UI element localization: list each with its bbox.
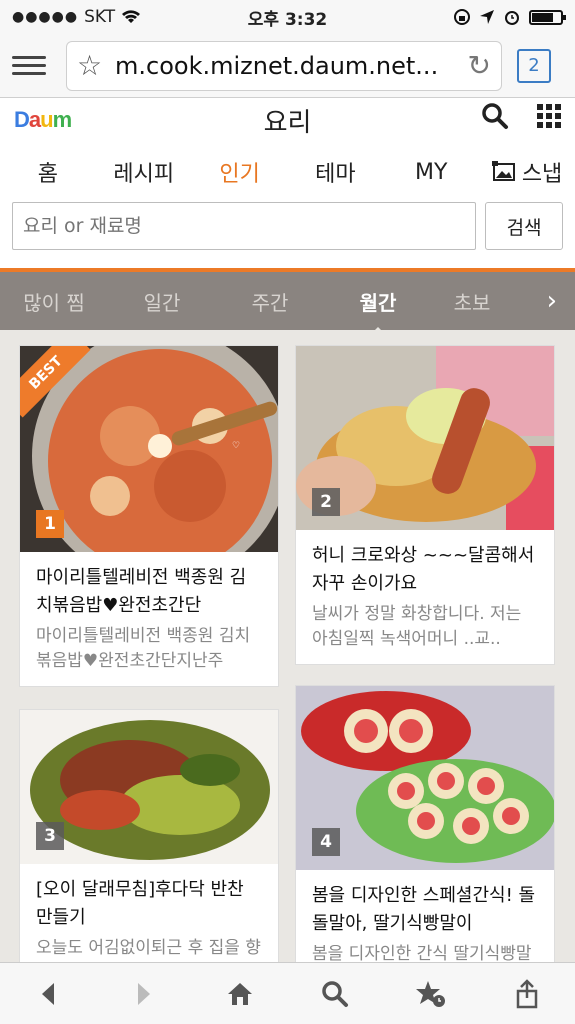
home-button[interactable] <box>216 970 264 1018</box>
recipe-card-2[interactable]: 2 허니 크로와상 ~~~달콤해서 자꾸 손이가요 날씨가 정말 화창합니다. … <box>295 345 555 665</box>
recipe-image[interactable]: 4 <box>296 686 554 870</box>
favorites-button[interactable] <box>407 970 455 1018</box>
recipe-card-1[interactable]: ♡ BEST 1 마이리틀텔레비전 백종원 김치볶음밥♥완전초간단 마이리틀텔레… <box>19 345 279 687</box>
alarm-icon <box>505 11 519 25</box>
carrier-label: SKT <box>84 7 116 27</box>
share-icon <box>516 978 538 1008</box>
photo-icon <box>491 161 515 181</box>
recipe-title[interactable]: 허니 크로와상 ~~~달콤해서 자꾸 손이가요 <box>312 542 538 598</box>
main-nav: 홈 레시피 인기 테마 MY 스냅 <box>0 142 575 202</box>
search-button[interactable]: 검색 <box>485 202 563 250</box>
home-icon <box>227 982 252 1005</box>
location-icon <box>480 10 494 24</box>
rank-badge: 2 <box>312 488 340 516</box>
rank-badge: 3 <box>36 822 64 850</box>
nav-item-popular[interactable]: 인기 <box>192 156 288 188</box>
rank-badge: 1 <box>36 510 64 538</box>
star-history-icon <box>416 980 446 1007</box>
clock: 오후 3:32 <box>247 9 328 30</box>
browser-toolbar <box>0 962 575 1024</box>
rotation-lock-icon <box>454 9 470 25</box>
tab-monthly[interactable]: 월간 <box>324 287 432 335</box>
recipe-card-3[interactable]: 3 [오이 달래무침]후다닥 반찬 만들기 오늘도 어김없이퇴근 후 집을 향하… <box>19 709 279 999</box>
recipe-description: 날씨가 정말 화창합니다. 저는 아침일찍 녹색어머니 ..교.. <box>312 604 522 649</box>
forward-button[interactable] <box>120 970 168 1018</box>
nav-item-my[interactable]: MY <box>383 160 479 185</box>
nav-item-theme[interactable]: 테마 <box>287 156 383 188</box>
rank-badge: 4 <box>312 828 340 856</box>
reload-icon[interactable]: ↻ <box>459 49 491 82</box>
search-icon <box>322 980 349 1007</box>
chevron-right-icon[interactable]: › <box>547 286 557 316</box>
status-bar: ●●●●● SKT 오후 3:32 <box>0 0 575 34</box>
forward-arrow-icon <box>137 982 150 1005</box>
recipe-image[interactable]: ♡ BEST 1 <box>20 346 278 552</box>
recipe-title[interactable]: 마이리틀텔레비전 백종원 김치볶음밥♥완전초간단 <box>36 564 262 620</box>
wifi-icon <box>122 10 141 23</box>
search-icon[interactable] <box>481 102 509 130</box>
signal-indicator: ●●●●● <box>12 9 79 25</box>
recipe-card-4[interactable]: 4 봄을 디자인한 스페셜간식! 돌돌말아, 딸기식빵말이 봄을 디자인한 간식… <box>295 685 555 1005</box>
nav-item-snap[interactable]: 스냅 <box>479 156 575 188</box>
svg-text:♡: ♡ <box>232 441 240 451</box>
share-button[interactable] <box>503 970 551 1018</box>
recipe-description: 마이리틀텔레비전 백종원 김치볶음밥♥완전초간단지난주 <box>36 626 251 671</box>
tab-count-button[interactable]: 2 <box>517 48 551 83</box>
url-text[interactable]: m.cook.miznet.daum.net... <box>115 52 459 80</box>
recipe-title[interactable]: 봄을 디자인한 스페셜간식! 돌돌말아, 딸기식빵말이 <box>312 882 538 938</box>
apps-grid-icon[interactable] <box>537 104 561 128</box>
search-input[interactable] <box>12 202 477 250</box>
address-field[interactable]: ☆ m.cook.miznet.daum.net... ↻ <box>66 40 502 91</box>
tab-beginner[interactable]: 초보 <box>432 287 512 316</box>
browser-url-bar: ☆ m.cook.miznet.daum.net... ↻ 2 <box>0 34 575 98</box>
snap-label: 스냅 <box>521 162 563 187</box>
recipe-title[interactable]: [오이 달래무침]후다닥 반찬 만들기 <box>36 876 262 932</box>
recipe-image[interactable]: 3 <box>20 710 278 864</box>
period-tabs: 많이 찜 일간 주간 월간 초보 › <box>0 272 575 335</box>
back-button[interactable] <box>24 970 72 1018</box>
nav-item-home[interactable]: 홈 <box>0 156 96 188</box>
site-header: Daum 요리 <box>0 98 575 142</box>
nav-item-recipe[interactable]: 레시피 <box>96 156 192 188</box>
bookmark-star-icon[interactable]: ☆ <box>77 49 115 82</box>
battery-icon <box>529 9 566 25</box>
tab-weekly[interactable]: 주간 <box>216 287 324 316</box>
search-button-toolbar[interactable] <box>311 970 359 1018</box>
search-row: 검색 <box>0 202 575 268</box>
recipe-image[interactable]: 2 <box>296 346 554 530</box>
tab-daily[interactable]: 일간 <box>108 287 216 316</box>
tab-most-saved[interactable]: 많이 찜 <box>0 287 108 316</box>
menu-icon[interactable] <box>12 56 46 75</box>
back-arrow-icon <box>41 982 54 1005</box>
